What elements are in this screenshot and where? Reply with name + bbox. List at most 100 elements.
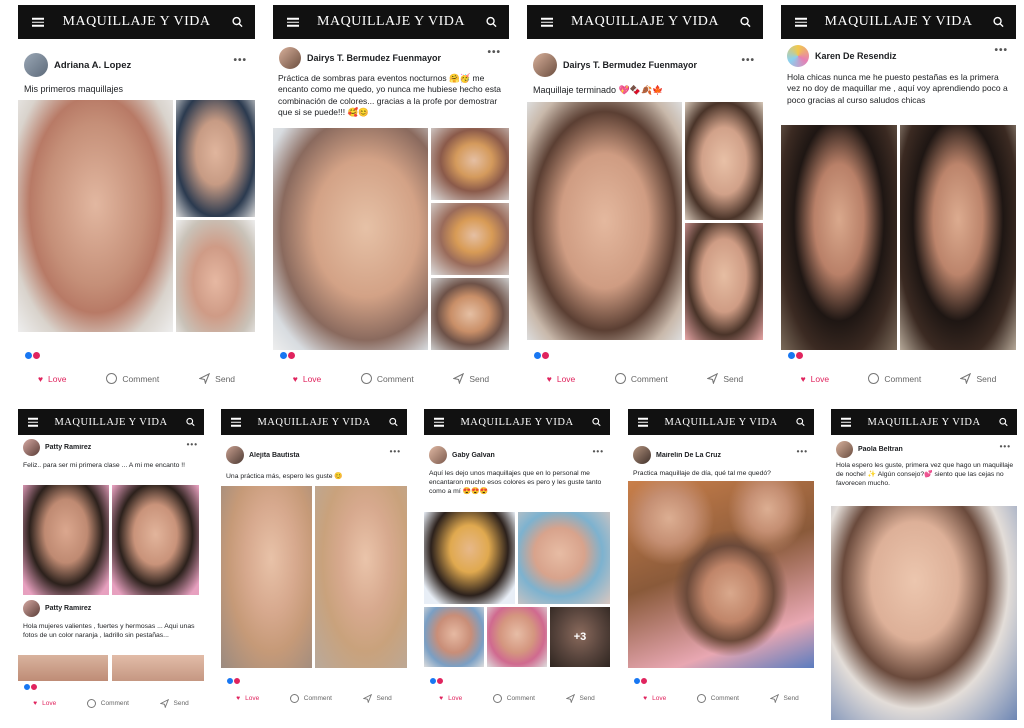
menu-icon[interactable] <box>434 416 444 429</box>
avatar[interactable] <box>23 439 40 456</box>
more-dots-icon[interactable]: ••• <box>593 447 604 456</box>
post-photo[interactable] <box>112 655 204 681</box>
post-author[interactable]: Gaby Galvan <box>452 452 495 459</box>
love-button[interactable]: ♥ Love <box>33 700 56 707</box>
post-author[interactable]: Patty Ramirez <box>45 444 91 451</box>
more-dots-icon[interactable]: ••• <box>994 45 1008 56</box>
post-photo[interactable] <box>424 512 515 604</box>
comment-button[interactable]: Comment <box>289 694 332 703</box>
reaction-counts[interactable] <box>633 677 648 685</box>
love-button[interactable]: ♥ Love <box>236 695 259 702</box>
love-button[interactable]: ♥ Love <box>547 374 575 384</box>
search-icon[interactable] <box>592 417 601 427</box>
reaction-counts[interactable] <box>226 677 241 685</box>
reaction-counts[interactable] <box>23 683 38 691</box>
post-author[interactable]: Paola Beltran <box>858 446 903 453</box>
post-photo-main[interactable] <box>18 100 173 332</box>
reaction-counts[interactable] <box>429 677 444 685</box>
post-photo-thumb[interactable] <box>685 223 763 340</box>
avatar[interactable] <box>24 53 48 77</box>
avatar[interactable] <box>279 47 301 69</box>
send-button[interactable]: Send <box>159 699 189 708</box>
post-photo-thumb[interactable] <box>176 220 255 332</box>
send-button[interactable]: Send <box>769 694 799 703</box>
post-photo-thumb[interactable] <box>431 128 509 200</box>
send-button[interactable]: Send <box>199 373 235 384</box>
avatar[interactable] <box>836 441 853 458</box>
more-dots-icon[interactable]: ••• <box>741 55 755 66</box>
post-photo-main[interactable] <box>273 128 428 350</box>
more-dots-icon[interactable]: ••• <box>797 447 808 456</box>
search-icon[interactable] <box>740 16 751 28</box>
reaction-counts[interactable] <box>533 351 550 360</box>
comment-button[interactable]: Comment <box>106 373 159 384</box>
menu-icon[interactable] <box>638 416 648 429</box>
reaction-counts[interactable] <box>787 351 804 360</box>
send-button[interactable]: Send <box>362 694 392 703</box>
post-photo-thumb[interactable] <box>685 102 763 220</box>
avatar[interactable] <box>226 446 244 464</box>
post-photo[interactable] <box>831 506 1017 720</box>
comment-button[interactable]: Comment <box>614 373 668 384</box>
post-photo[interactable] <box>18 655 108 681</box>
post-photo-thumb[interactable] <box>431 278 509 350</box>
more-dots-icon[interactable]: ••• <box>487 47 501 58</box>
menu-icon[interactable] <box>795 16 807 29</box>
post-author[interactable]: Alejita Bautista <box>249 452 300 459</box>
post-photo-more[interactable]: +3 <box>550 607 610 667</box>
love-button[interactable]: ♥ Love <box>643 695 666 702</box>
menu-icon[interactable] <box>541 16 553 29</box>
more-dots-icon[interactable]: ••• <box>187 440 198 449</box>
post-photo[interactable] <box>487 607 547 667</box>
post-photo[interactable] <box>518 512 610 604</box>
post-author[interactable]: Dairys T. Bermudez Fuenmayor <box>563 60 697 70</box>
send-button[interactable]: Send <box>565 694 595 703</box>
post-photo-collage[interactable] <box>628 481 814 668</box>
reaction-counts[interactable] <box>279 351 296 360</box>
comment-button[interactable]: Comment <box>360 373 414 384</box>
reaction-counts[interactable] <box>24 351 41 360</box>
love-button[interactable]: ♥ Love <box>801 374 829 384</box>
more-dots-icon[interactable]: ••• <box>390 447 401 456</box>
post-author[interactable]: Mairelin De La Cruz <box>656 452 721 459</box>
search-icon[interactable] <box>796 417 805 427</box>
comment-button[interactable]: Comment <box>492 694 535 703</box>
post-photo[interactable] <box>781 125 897 350</box>
avatar[interactable] <box>533 53 557 77</box>
search-icon[interactable] <box>999 417 1008 427</box>
avatar[interactable] <box>23 600 40 617</box>
post-photo[interactable] <box>112 485 199 595</box>
post-photo[interactable] <box>315 486 407 668</box>
post-photo[interactable] <box>23 485 109 595</box>
love-button[interactable]: ♥ Love <box>439 695 462 702</box>
menu-icon[interactable] <box>841 416 851 429</box>
comment-button[interactable]: Comment <box>868 373 921 384</box>
menu-icon[interactable] <box>28 416 38 429</box>
search-icon[interactable] <box>486 16 497 28</box>
post-photo[interactable] <box>424 607 484 667</box>
post-photo[interactable] <box>221 486 312 668</box>
search-icon[interactable] <box>232 16 243 28</box>
post-author[interactable]: Dairys T. Bermudez Fuenmayor <box>307 53 441 63</box>
love-button[interactable]: ♥ Love <box>38 374 66 384</box>
menu-icon[interactable] <box>32 16 44 29</box>
menu-icon[interactable] <box>287 16 299 29</box>
post-photo-thumb[interactable] <box>431 203 509 275</box>
comment-button[interactable]: Comment <box>696 694 739 703</box>
search-icon[interactable] <box>389 417 398 427</box>
love-button[interactable]: ♥ Love <box>293 374 321 384</box>
search-icon[interactable] <box>993 16 1004 28</box>
avatar[interactable] <box>429 446 447 464</box>
post-photo-main[interactable] <box>527 102 682 340</box>
avatar[interactable] <box>633 446 651 464</box>
send-button[interactable]: Send <box>453 373 489 384</box>
comment-button[interactable]: Comment <box>86 699 129 708</box>
more-dots-icon[interactable]: ••• <box>233 55 247 66</box>
post-author[interactable]: Adriana A. Lopez <box>54 60 131 71</box>
post-photo[interactable] <box>900 125 1016 350</box>
post-author[interactable]: Karen De Resendiz <box>815 51 897 61</box>
menu-icon[interactable] <box>231 416 241 429</box>
search-icon[interactable] <box>186 417 195 427</box>
send-button[interactable]: Send <box>707 373 743 384</box>
more-dots-icon[interactable]: ••• <box>1000 442 1011 451</box>
